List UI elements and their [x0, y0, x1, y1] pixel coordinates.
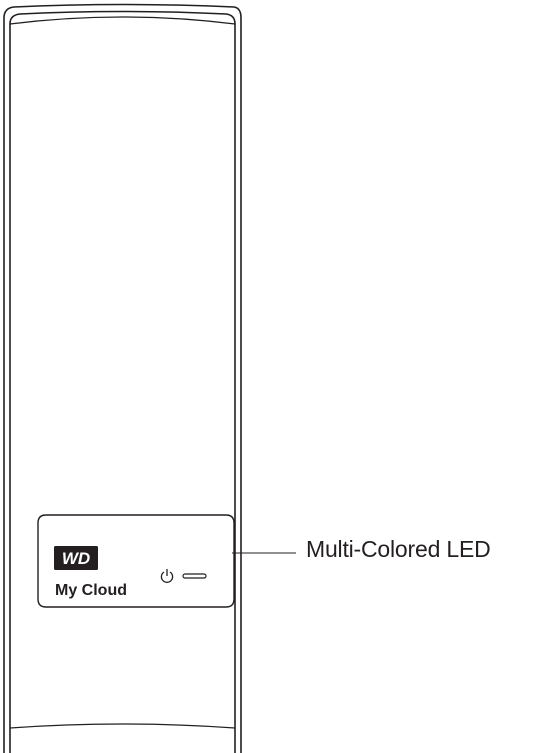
device-illustration: WD My Cloud	[3, 3, 296, 753]
device-casing	[3, 3, 242, 753]
callout-label: Multi-Colored LED	[306, 536, 491, 562]
wd-logo-text: WD	[62, 549, 90, 568]
front-panel: WD My Cloud	[37, 514, 235, 608]
brand-name: My Cloud	[55, 582, 127, 599]
multi-colored-led	[182, 573, 207, 579]
